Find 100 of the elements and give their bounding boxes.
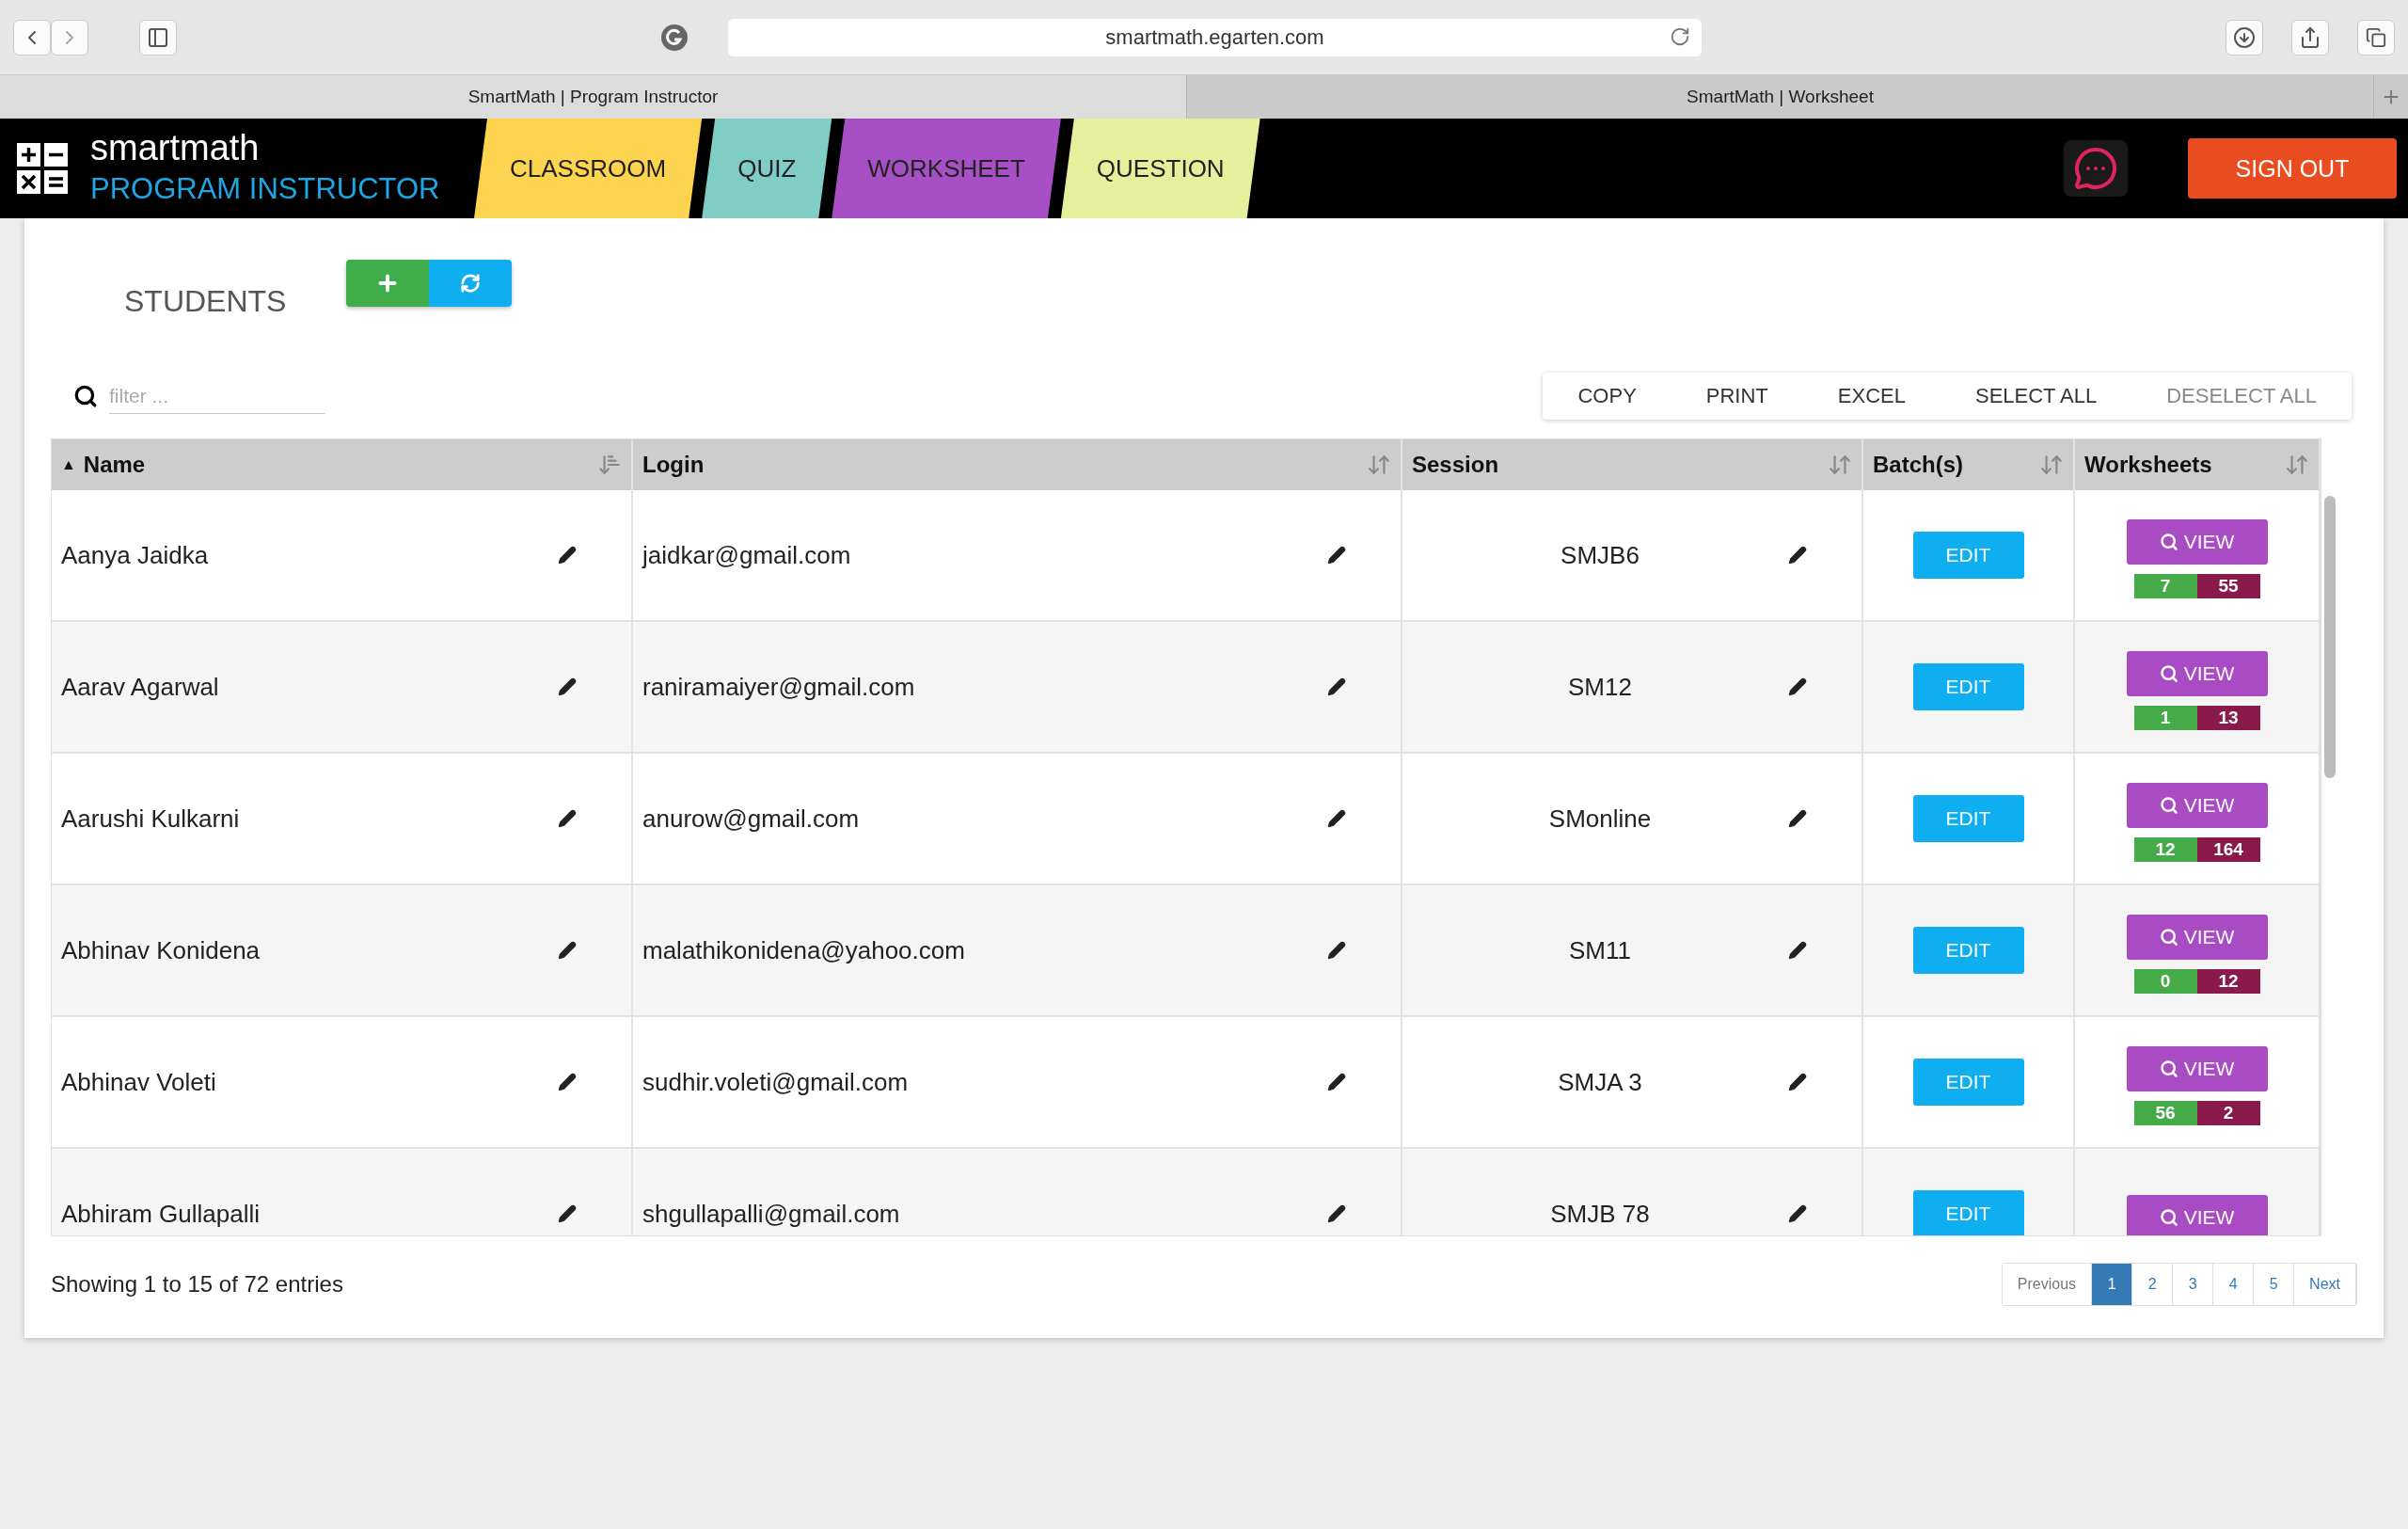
edit-button[interactable]: EDIT xyxy=(1912,795,2024,842)
sign-out-button[interactable]: SIGN OUT xyxy=(2188,138,2397,199)
toolbar-action[interactable]: PRINT xyxy=(1671,373,1803,420)
pencil-icon[interactable] xyxy=(1327,1073,1346,1091)
search-icon xyxy=(2159,664,2178,683)
share-icon xyxy=(2299,25,2321,49)
table-cell-text: SM12 xyxy=(1567,672,1633,702)
table-cell: Abhinav Voleti xyxy=(61,1067,216,1097)
search-icon xyxy=(73,384,98,408)
count-badge: 2 xyxy=(2196,1101,2260,1125)
pencil-icon[interactable] xyxy=(1788,1204,1807,1223)
pencil-icon[interactable] xyxy=(1788,941,1807,960)
scrollbar[interactable] xyxy=(2324,496,2336,778)
table-cell: Abhiram Gullapalli xyxy=(61,1199,260,1229)
pencil-icon[interactable] xyxy=(1327,941,1346,960)
column-header[interactable]: Login xyxy=(642,452,705,478)
column-header[interactable]: Batch(s) xyxy=(1873,452,1963,478)
search-icon xyxy=(2159,928,2178,947)
nav-tab[interactable]: QUESTION xyxy=(1060,119,1260,218)
sidebar-button[interactable] xyxy=(139,19,177,56)
view-button[interactable]: VIEW xyxy=(2126,1195,2268,1235)
column-header[interactable]: Name xyxy=(83,452,146,478)
reload-icon[interactable] xyxy=(1670,25,1690,47)
count-badge: 164 xyxy=(2196,837,2260,862)
back-button[interactable] xyxy=(13,19,51,56)
column-header[interactable]: Session xyxy=(1412,452,1499,478)
toolbar-action[interactable]: COPY xyxy=(1543,373,1671,420)
table-cell-text: SMJB 78 xyxy=(1549,1199,1651,1229)
table-cell: jaidkar@gmail.com xyxy=(642,540,851,570)
entries-summary: Showing 1 to 15 of 72 entries xyxy=(51,1271,343,1298)
view-button[interactable]: VIEW xyxy=(2126,783,2268,828)
extension-icon[interactable] xyxy=(660,23,689,52)
address-bar[interactable]: smartmath.egarten.com xyxy=(728,18,1702,56)
pencil-icon[interactable] xyxy=(1788,809,1807,828)
page-title: STUDENTS xyxy=(124,284,287,319)
edit-button[interactable]: EDIT xyxy=(1912,927,2024,974)
pencil-icon[interactable] xyxy=(558,677,577,696)
table-cell-text: SMJB6 xyxy=(1560,540,1640,570)
pencil-icon[interactable] xyxy=(1327,1204,1346,1223)
view-button[interactable]: VIEW xyxy=(2126,519,2268,565)
view-button[interactable]: VIEW xyxy=(2126,651,2268,696)
nav-tab[interactable]: QUIZ xyxy=(702,119,832,218)
count-badge: 0 xyxy=(2133,969,2197,994)
view-button[interactable]: VIEW xyxy=(2126,1046,2268,1091)
pencil-icon[interactable] xyxy=(1327,809,1346,828)
calculator-logo-icon xyxy=(17,143,68,194)
sidebar-icon xyxy=(147,25,169,49)
pencil-icon[interactable] xyxy=(1327,546,1346,565)
edit-button[interactable]: EDIT xyxy=(1912,532,2024,579)
table-cell: sudhir.voleti@gmail.com xyxy=(642,1067,909,1097)
count-badge: 7 xyxy=(2133,574,2197,598)
pencil-icon[interactable] xyxy=(558,546,577,565)
view-button[interactable]: VIEW xyxy=(2126,915,2268,960)
search-icon xyxy=(2159,1208,2178,1227)
table-cell-text: SMonline xyxy=(1547,804,1653,834)
brand-name: smartmath xyxy=(90,127,261,168)
table-cell: Aarushi Kulkarni xyxy=(61,804,240,834)
edit-button[interactable]: EDIT xyxy=(1912,1190,2024,1235)
brand-subtitle: PROGRAM INSTRUCTOR xyxy=(90,171,440,207)
browser-tab[interactable]: SmartMath | Program Instructor xyxy=(0,75,1187,119)
previous-button[interactable]: Previous xyxy=(2002,1264,2093,1305)
pencil-icon[interactable] xyxy=(558,941,577,960)
table-cell: Abhinav Konidena xyxy=(61,935,261,965)
sort-indicator: ▲ xyxy=(61,456,76,473)
table-cell-text: SM11 xyxy=(1568,935,1632,965)
search-icon xyxy=(2159,533,2178,551)
pencil-icon[interactable] xyxy=(1788,1073,1807,1091)
count-badge: 56 xyxy=(2133,1101,2197,1125)
toolbar-action[interactable]: SELECT ALL xyxy=(1940,373,2132,420)
pencil-icon[interactable] xyxy=(558,809,577,828)
nav-tab[interactable]: CLASSROOM xyxy=(474,119,703,218)
pencil-icon[interactable] xyxy=(558,1073,577,1091)
chat-icon xyxy=(2073,146,2118,191)
add-button[interactable] xyxy=(346,260,430,307)
table-cell: malathikonidena@yahoo.com xyxy=(642,935,965,965)
chat-button[interactable] xyxy=(2064,140,2128,197)
page-button[interactable]: 1 xyxy=(2092,1264,2133,1305)
table-cell: shgullapalli@gmail.com xyxy=(642,1199,900,1229)
edit-button[interactable]: EDIT xyxy=(1912,1059,2024,1106)
count-badge: 1 xyxy=(2133,706,2197,730)
tabs-icon xyxy=(2366,26,2386,48)
table-cell: Aarav Agarwal xyxy=(61,672,219,702)
pencil-icon[interactable] xyxy=(1788,677,1807,696)
share-button[interactable] xyxy=(2291,19,2329,56)
table-cell: Aanya Jaidka xyxy=(61,540,209,570)
count-badge: 55 xyxy=(2196,574,2260,598)
pencil-icon[interactable] xyxy=(1327,677,1346,696)
toolbar-action[interactable]: EXCEL xyxy=(1802,373,1941,420)
edit-button[interactable]: EDIT xyxy=(1912,663,2024,710)
search-icon xyxy=(2159,796,2178,815)
pencil-icon[interactable] xyxy=(558,1204,577,1223)
pencil-icon[interactable] xyxy=(1788,546,1807,565)
table-cell: raniramaiyer@gmail.com xyxy=(642,672,915,702)
download-icon xyxy=(2233,25,2256,49)
tabs-overview-button[interactable] xyxy=(2357,19,2395,56)
search-icon xyxy=(2159,1059,2178,1078)
column-header[interactable]: Worksheets xyxy=(2084,452,2212,478)
count-badge: 12 xyxy=(2196,969,2260,994)
download-button[interactable] xyxy=(2226,19,2263,56)
nav-tab[interactable]: WORKSHEET xyxy=(832,119,1061,218)
